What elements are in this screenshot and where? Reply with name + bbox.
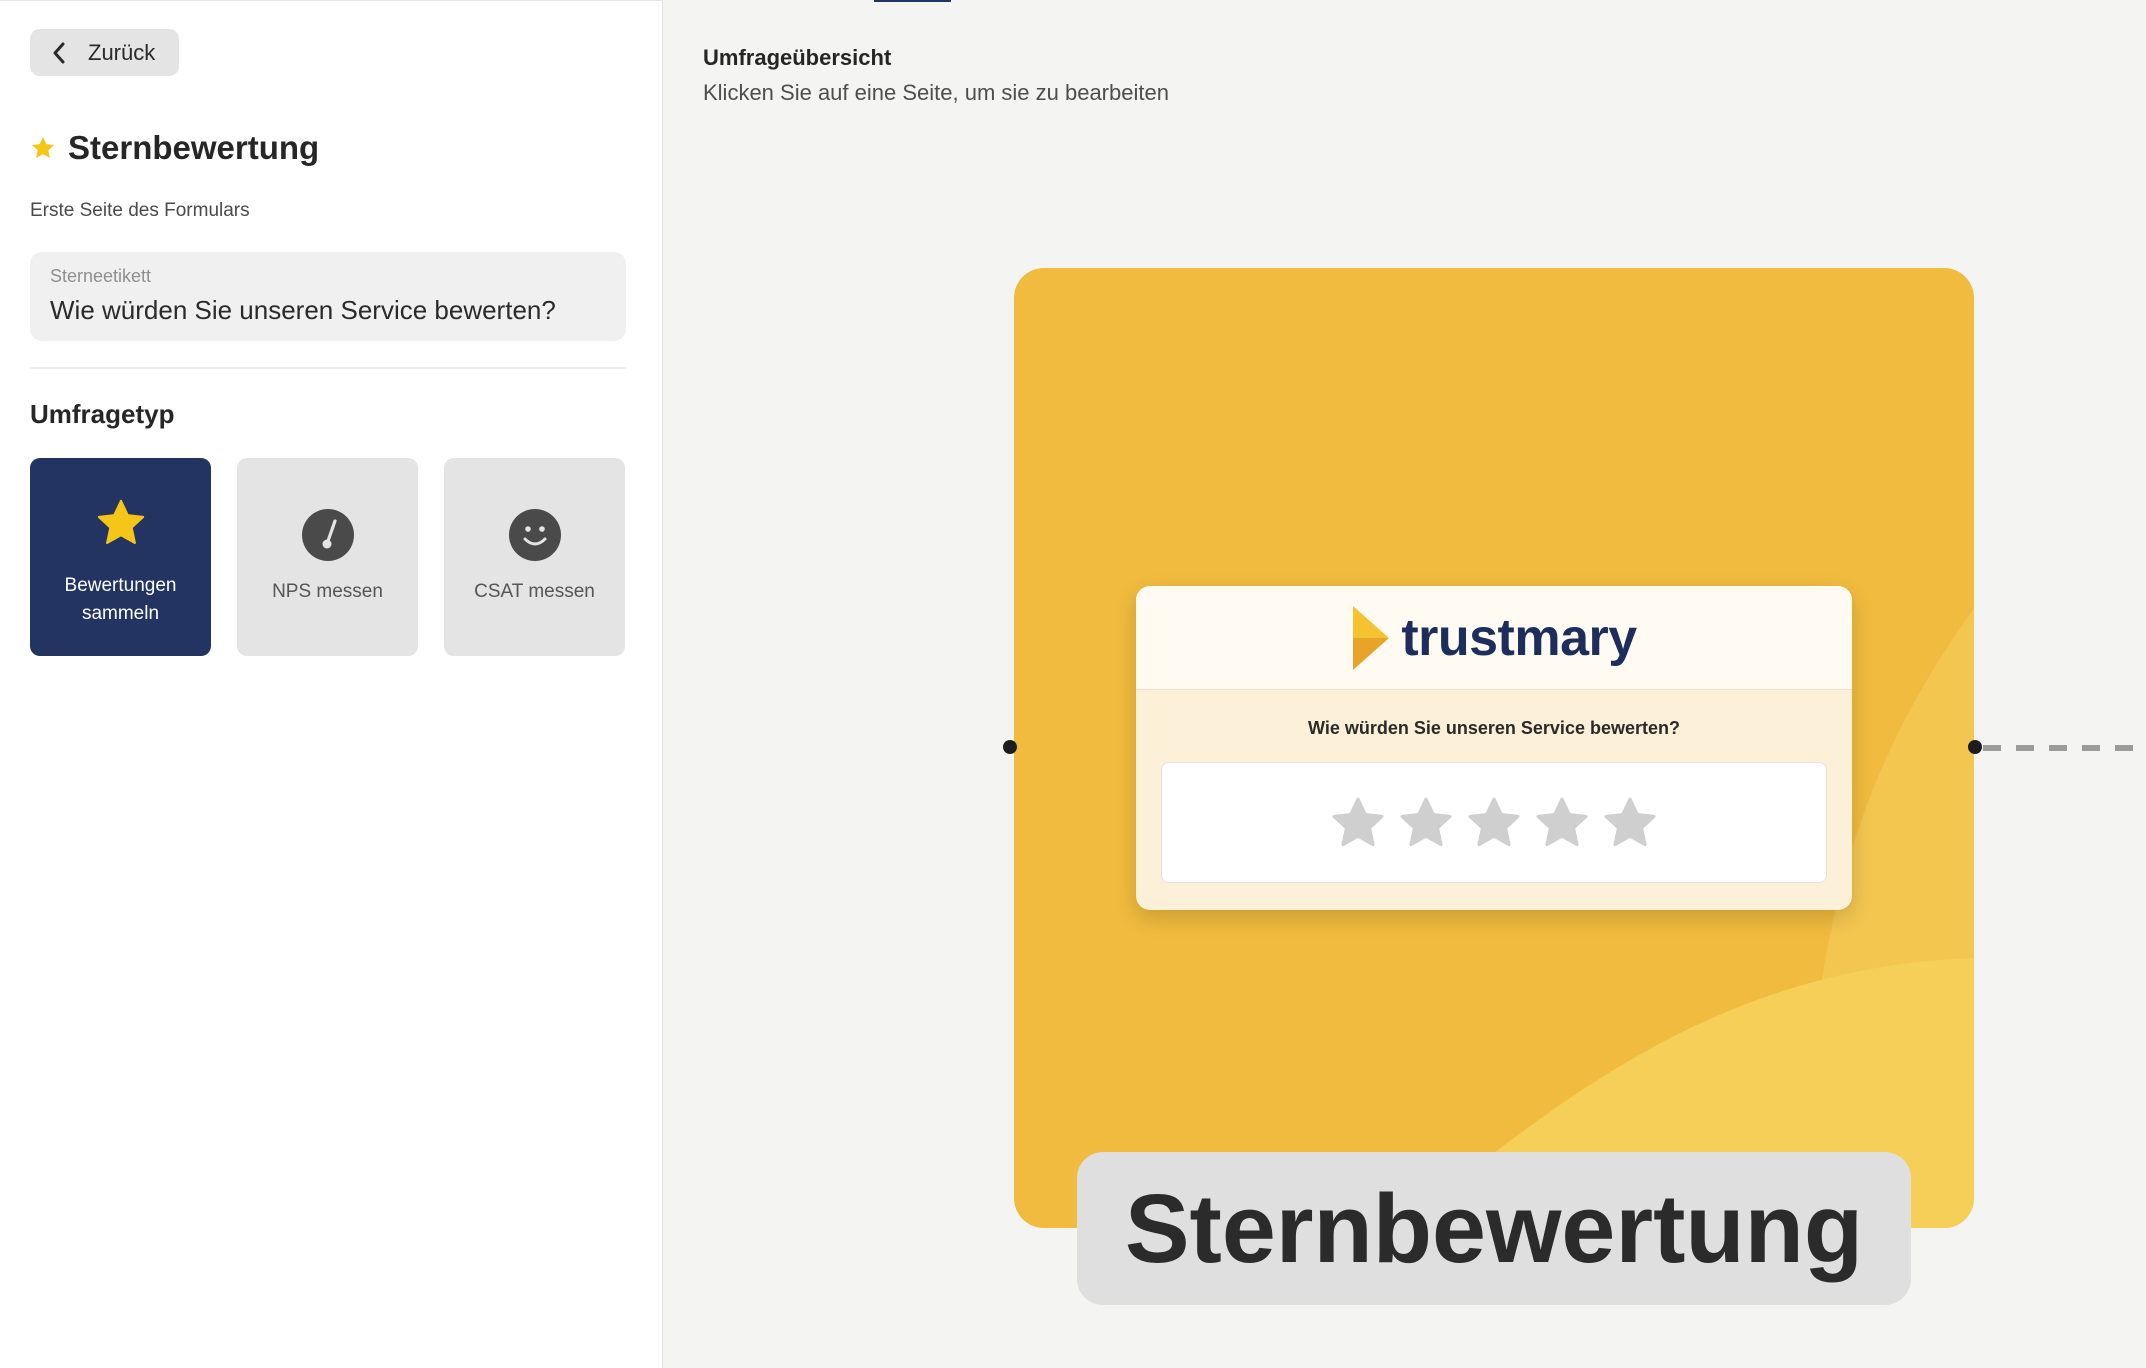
star-icon [95, 496, 147, 550]
connector-dot [1968, 740, 1982, 754]
star-icon [30, 135, 56, 161]
logo-icon [1351, 604, 1391, 672]
page-connector-line [1983, 745, 2133, 751]
connector-dot [1003, 740, 1017, 754]
page-subtitle: Erste Seite des Formulars [30, 200, 250, 221]
widget-question: Wie würden Sie unseren Service bewerten? [1308, 718, 1680, 738]
star-label-input[interactable]: Wie würden Sie unseren Service bewerten? [50, 295, 606, 326]
chevron-left-icon [53, 42, 65, 63]
rating-star-icon[interactable] [1397, 795, 1455, 851]
survey-widget-preview: trustmary Wie würden Sie unseren Service… [1136, 586, 1852, 910]
page-title: Sternbewertung [68, 129, 320, 166]
survey-type-label: Bewertungen sammeln [64, 575, 177, 624]
gauge-icon [301, 508, 354, 562]
survey-type-csat[interactable]: CSAT messen [444, 458, 625, 656]
overview-title: Umfrageübersicht [703, 45, 892, 70]
rating-star-icon[interactable] [1329, 795, 1387, 851]
rating-star-icon[interactable] [1465, 795, 1523, 851]
star-rating [1161, 762, 1827, 883]
brand-logo: trustmary [1351, 604, 1637, 672]
survey-type-heading: Umfragetyp [30, 399, 175, 429]
back-button[interactable]: Zurück [30, 29, 179, 76]
brand-name: trustmary [1401, 608, 1637, 667]
star-label-field-label: Sterneetikett [50, 266, 152, 286]
survey-type-label: NPS messen [272, 581, 383, 602]
survey-type-nps[interactable]: NPS messen [237, 458, 418, 656]
rating-star-icon[interactable] [1601, 795, 1659, 851]
overview-subtitle: Klicken Sie auf eine Seite, um sie zu be… [703, 80, 1169, 105]
widget-header: trustmary [1136, 586, 1852, 690]
page-name-label: Sternbewertung [1077, 1152, 1911, 1305]
back-button-label: Zurück [88, 39, 156, 65]
divider [30, 367, 626, 369]
survey-type-collect-reviews[interactable]: Bewertungen sammeln [30, 458, 211, 656]
page-title-row: Sternbewertung [30, 129, 319, 167]
rating-star-icon[interactable] [1533, 795, 1591, 851]
star-label-field[interactable]: Sterneetikett Wie würden Sie unseren Ser… [30, 252, 626, 341]
active-tab-indicator [874, 0, 951, 2]
editor-panel: Zurück Sternbewertung Erste Seite des Fo… [0, 0, 663, 1368]
smiley-icon [508, 508, 561, 562]
survey-type-label: CSAT messen [474, 581, 595, 602]
